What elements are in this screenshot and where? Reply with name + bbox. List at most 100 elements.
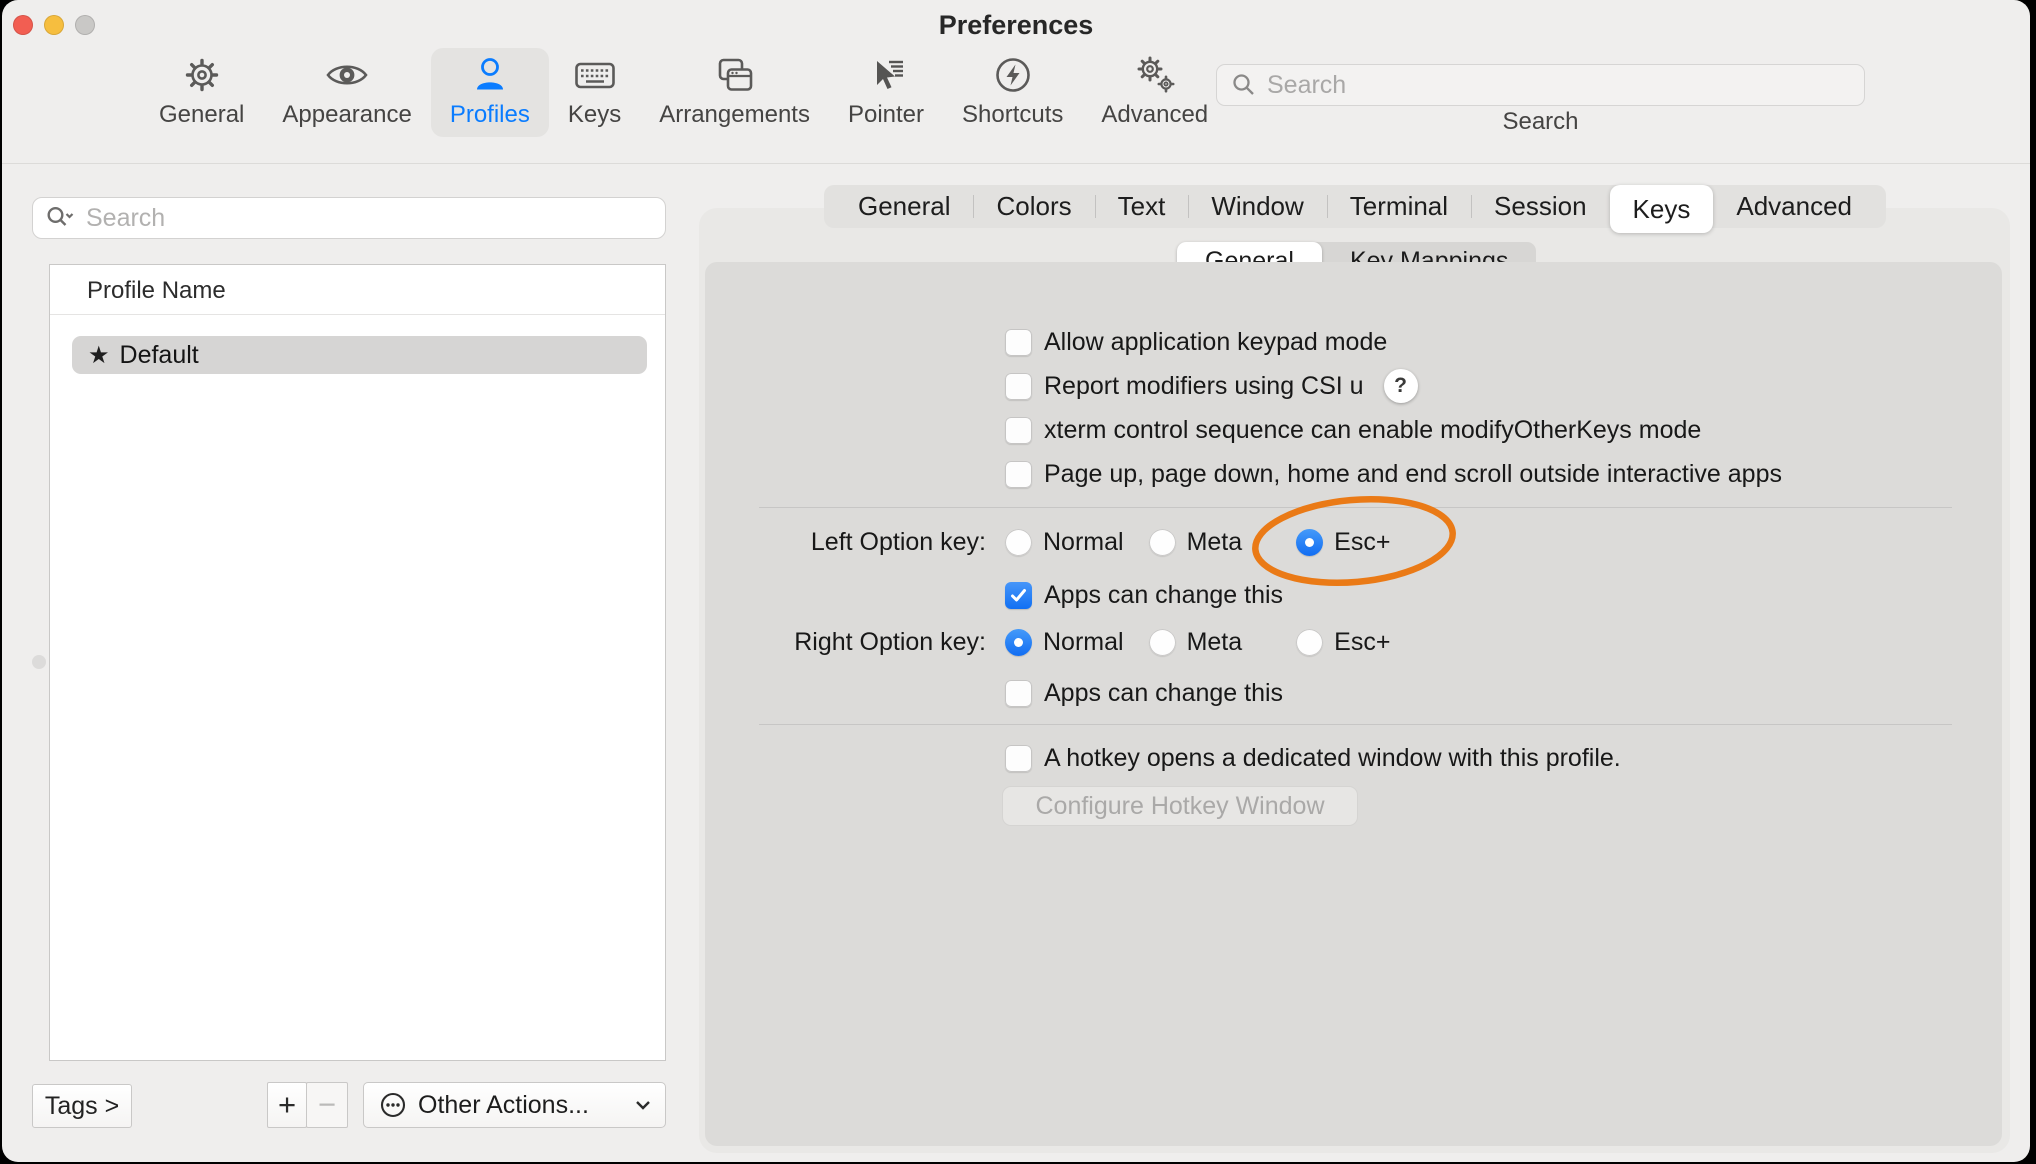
- left-option-key-label: Left Option key:: [705, 528, 986, 557]
- configure-hotkey-window-button[interactable]: Configure Hotkey Window: [1002, 786, 1358, 826]
- keys-general-panel: Allow application keypad mode Report mod…: [705, 262, 2002, 1146]
- profile-name: Default: [120, 341, 199, 370]
- toolbar-item-label: Appearance: [282, 101, 411, 129]
- toolbar-search-field[interactable]: [1216, 64, 1865, 106]
- checkbox-row[interactable]: Allow application keypad mode: [1005, 324, 1387, 360]
- checkbox[interactable]: [1005, 373, 1032, 400]
- hotkey-row[interactable]: A hotkey opens a dedicated window with t…: [1005, 740, 1621, 776]
- keyboard-icon: [572, 52, 618, 98]
- toolbar-item-label: Keys: [568, 101, 621, 129]
- tab-session[interactable]: Session: [1471, 185, 1610, 228]
- right-option-key-label: Right Option key:: [705, 628, 986, 657]
- other-actions-label: Other Actions...: [418, 1091, 625, 1120]
- toolbar-item-label: Shortcuts: [962, 101, 1063, 129]
- help-button[interactable]: ?: [1384, 369, 1418, 403]
- section-divider: [759, 507, 1952, 508]
- radio-meta[interactable]: [1149, 629, 1176, 656]
- preferences-toolbar: General Appearance Profiles: [140, 48, 1227, 137]
- radio-label: Meta: [1187, 528, 1243, 557]
- splitter-handle[interactable]: [32, 655, 46, 669]
- checkbox-label: Apps can change this: [1044, 679, 1283, 708]
- chevron-down-icon: [635, 1100, 651, 1110]
- checkbox-row[interactable]: Report modifiers using CSI u ?: [1005, 368, 1418, 404]
- toolbar-item-advanced[interactable]: Advanced: [1082, 48, 1227, 137]
- checkbox[interactable]: [1005, 680, 1032, 707]
- preferences-window: Preferences General: [2, 0, 2030, 1162]
- toolbar-item-label: Arrangements: [659, 101, 810, 129]
- toolbar-item-label: Advanced: [1101, 101, 1208, 129]
- gear-icon: [179, 52, 225, 98]
- radio-meta[interactable]: [1149, 529, 1176, 556]
- toolbar-item-keys[interactable]: Keys: [549, 48, 640, 137]
- profile-row-default[interactable]: ★ Default: [72, 336, 647, 374]
- radio-esc[interactable]: [1296, 629, 1323, 656]
- checkbox-checked[interactable]: [1005, 582, 1032, 609]
- radio-normal[interactable]: [1005, 629, 1032, 656]
- radio-label: Esc+: [1334, 528, 1390, 557]
- apps-can-change-row[interactable]: Apps can change this: [1005, 577, 1283, 613]
- checkbox-label: Allow application keypad mode: [1044, 328, 1387, 357]
- tab-terminal[interactable]: Terminal: [1327, 185, 1471, 228]
- apps-can-change-row[interactable]: Apps can change this: [1005, 675, 1283, 711]
- radio-normal[interactable]: [1005, 529, 1032, 556]
- left-option-radio-group: Normal Meta Esc+: [1005, 524, 1390, 560]
- windows-icon: [712, 52, 758, 98]
- right-option-radio-group: Normal Meta Esc+: [1005, 624, 1390, 660]
- checkbox-row[interactable]: xterm control sequence can enable modify…: [1005, 412, 1701, 448]
- toolbar-item-shortcuts[interactable]: Shortcuts: [943, 48, 1082, 137]
- toolbar-item-label: Pointer: [848, 101, 924, 129]
- tab-general[interactable]: General: [835, 185, 974, 228]
- profile-list-header: Profile Name: [87, 277, 226, 305]
- checkbox-label: Apps can change this: [1044, 581, 1283, 610]
- radio-label: Normal: [1043, 628, 1124, 657]
- radio-label: Meta: [1187, 628, 1243, 657]
- remove-profile-button[interactable]: −: [306, 1082, 348, 1128]
- toolbar-search-caption: Search: [1216, 108, 1865, 136]
- section-divider: [759, 724, 1952, 725]
- search-scope-icon: [46, 205, 76, 231]
- profile-search-field[interactable]: [32, 197, 666, 239]
- toolbar-item-appearance[interactable]: Appearance: [263, 48, 430, 137]
- radio-label: Esc+: [1334, 628, 1390, 657]
- toolbar-item-label: General: [159, 101, 244, 129]
- tab-keys[interactable]: Keys: [1610, 185, 1714, 233]
- toolbar-separator: [2, 163, 2030, 164]
- toolbar-item-pointer[interactable]: Pointer: [829, 48, 943, 137]
- tags-button[interactable]: Tags >: [32, 1084, 132, 1128]
- star-icon: ★: [88, 341, 110, 370]
- tab-window[interactable]: Window: [1188, 185, 1326, 228]
- lightning-icon: [990, 52, 1036, 98]
- cursor-icon: [863, 52, 909, 98]
- toolbar-item-arrangements[interactable]: Arrangements: [640, 48, 829, 137]
- radio-esc[interactable]: [1296, 529, 1323, 556]
- person-icon: [467, 52, 513, 98]
- toolbar-item-label: Profiles: [450, 101, 530, 129]
- radio-label: Normal: [1043, 528, 1124, 557]
- checkbox-label: A hotkey opens a dedicated window with t…: [1044, 744, 1621, 773]
- profile-tab-bar: General Colors Text Window Terminal Sess…: [824, 185, 1886, 228]
- header-divider: [50, 314, 665, 315]
- checkbox[interactable]: [1005, 745, 1032, 772]
- checkbox[interactable]: [1005, 417, 1032, 444]
- add-profile-button[interactable]: +: [267, 1082, 307, 1128]
- profile-list: Profile Name ★ Default: [49, 264, 666, 1061]
- tab-text[interactable]: Text: [1095, 185, 1189, 228]
- search-icon: [1231, 72, 1257, 98]
- gears-icon: [1132, 52, 1178, 98]
- checkbox-row[interactable]: Page up, page down, home and end scroll …: [1005, 456, 1782, 492]
- eye-icon: [324, 52, 370, 98]
- tab-advanced[interactable]: Advanced: [1713, 185, 1875, 228]
- checkbox-label: Page up, page down, home and end scroll …: [1044, 460, 1782, 489]
- profile-search-input[interactable]: [84, 203, 665, 234]
- checkbox-label: xterm control sequence can enable modify…: [1044, 416, 1701, 445]
- toolbar-search-input[interactable]: [1265, 70, 1864, 101]
- toolbar-item-general[interactable]: General: [140, 48, 263, 137]
- toolbar-item-profiles[interactable]: Profiles: [431, 48, 549, 137]
- checkbox[interactable]: [1005, 329, 1032, 356]
- checkbox[interactable]: [1005, 461, 1032, 488]
- tab-colors[interactable]: Colors: [973, 185, 1094, 228]
- window-title: Preferences: [2, 10, 2030, 41]
- checkbox-label: Report modifiers using CSI u: [1044, 372, 1364, 401]
- ellipsis-circle-icon: [378, 1090, 408, 1120]
- other-actions-dropdown[interactable]: Other Actions...: [363, 1082, 666, 1128]
